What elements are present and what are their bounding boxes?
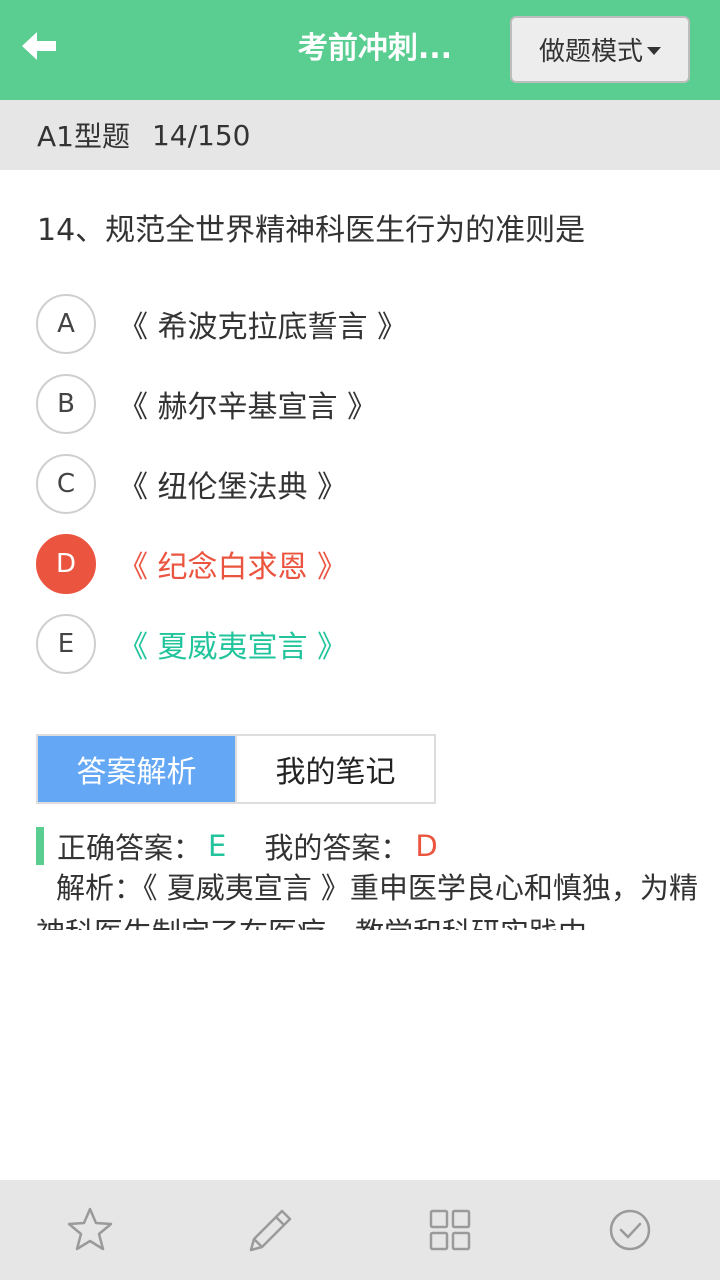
- my-answer-value: D: [415, 829, 438, 863]
- grid-icon: [429, 1209, 471, 1251]
- submit-button[interactable]: [605, 1205, 655, 1255]
- option-b[interactable]: B 《 赫尔辛基宣言 》: [36, 373, 676, 435]
- tab-my-notes[interactable]: 我的笔记: [235, 736, 434, 802]
- option-a[interactable]: A 《 希波克拉底誓言 》: [36, 293, 676, 355]
- option-text: 《 纽伦堡法典 》: [118, 470, 348, 505]
- correct-answer-value: E: [208, 829, 227, 863]
- answer-summary: 正确答案： E 我的答案： D: [36, 826, 438, 866]
- option-letter-circle: A: [36, 294, 96, 354]
- question-type: A1型题: [37, 120, 130, 153]
- page-title: 考前冲刺...: [297, 31, 453, 66]
- analysis-tabs: 答案解析 我的笔记: [36, 734, 436, 804]
- bottom-toolbar: [0, 1180, 720, 1280]
- option-text: 《 夏威夷宣言 》: [118, 630, 348, 665]
- question-info-bar: A1型题 14/150: [0, 100, 720, 170]
- note-button[interactable]: [245, 1205, 295, 1255]
- question-grid-button[interactable]: [425, 1205, 475, 1255]
- option-e[interactable]: E 《 夏威夷宣言 》: [36, 613, 676, 675]
- top-bar: 考前冲刺... 做题模式: [0, 0, 720, 100]
- check-circle-icon: [609, 1209, 651, 1251]
- option-letter-circle: D: [36, 534, 96, 594]
- question-text: 14、规范全世界精神科医生行为的准则是: [37, 213, 586, 248]
- caret-down-icon: [647, 46, 661, 55]
- star-icon: [67, 1207, 113, 1251]
- option-letter-circle: B: [36, 374, 96, 434]
- accent-bar: [36, 827, 44, 865]
- mode-label: 做题模式: [538, 37, 643, 67]
- option-text: 《 纪念白求恩 》: [118, 550, 348, 585]
- analysis-text: 解析：《 夏威夷宣言 》重申医学良心和慎独，为精神科医生制定了在医疗、教学和科研…: [36, 871, 698, 930]
- pencil-icon: [249, 1209, 292, 1252]
- option-text: 《 希波克拉底誓言 》: [118, 310, 408, 345]
- option-c[interactable]: C 《 纽伦堡法典 》: [36, 453, 676, 515]
- favorite-button[interactable]: [65, 1205, 115, 1255]
- back-button[interactable]: [22, 26, 70, 66]
- question-progress: 14/150: [151, 118, 251, 152]
- option-d[interactable]: D 《 纪念白求恩 》: [36, 533, 676, 595]
- my-answer-label: 我的答案：: [264, 831, 410, 865]
- mode-dropdown-button[interactable]: 做题模式: [510, 16, 690, 83]
- option-letter-circle: C: [36, 454, 96, 514]
- option-letter-circle: E: [36, 614, 96, 674]
- tab-answer-analysis[interactable]: 答案解析: [38, 736, 235, 802]
- arrow-left-icon: [22, 32, 56, 60]
- correct-answer-label: 正确答案：: [57, 831, 203, 865]
- option-text: 《 赫尔辛基宣言 》: [118, 390, 378, 425]
